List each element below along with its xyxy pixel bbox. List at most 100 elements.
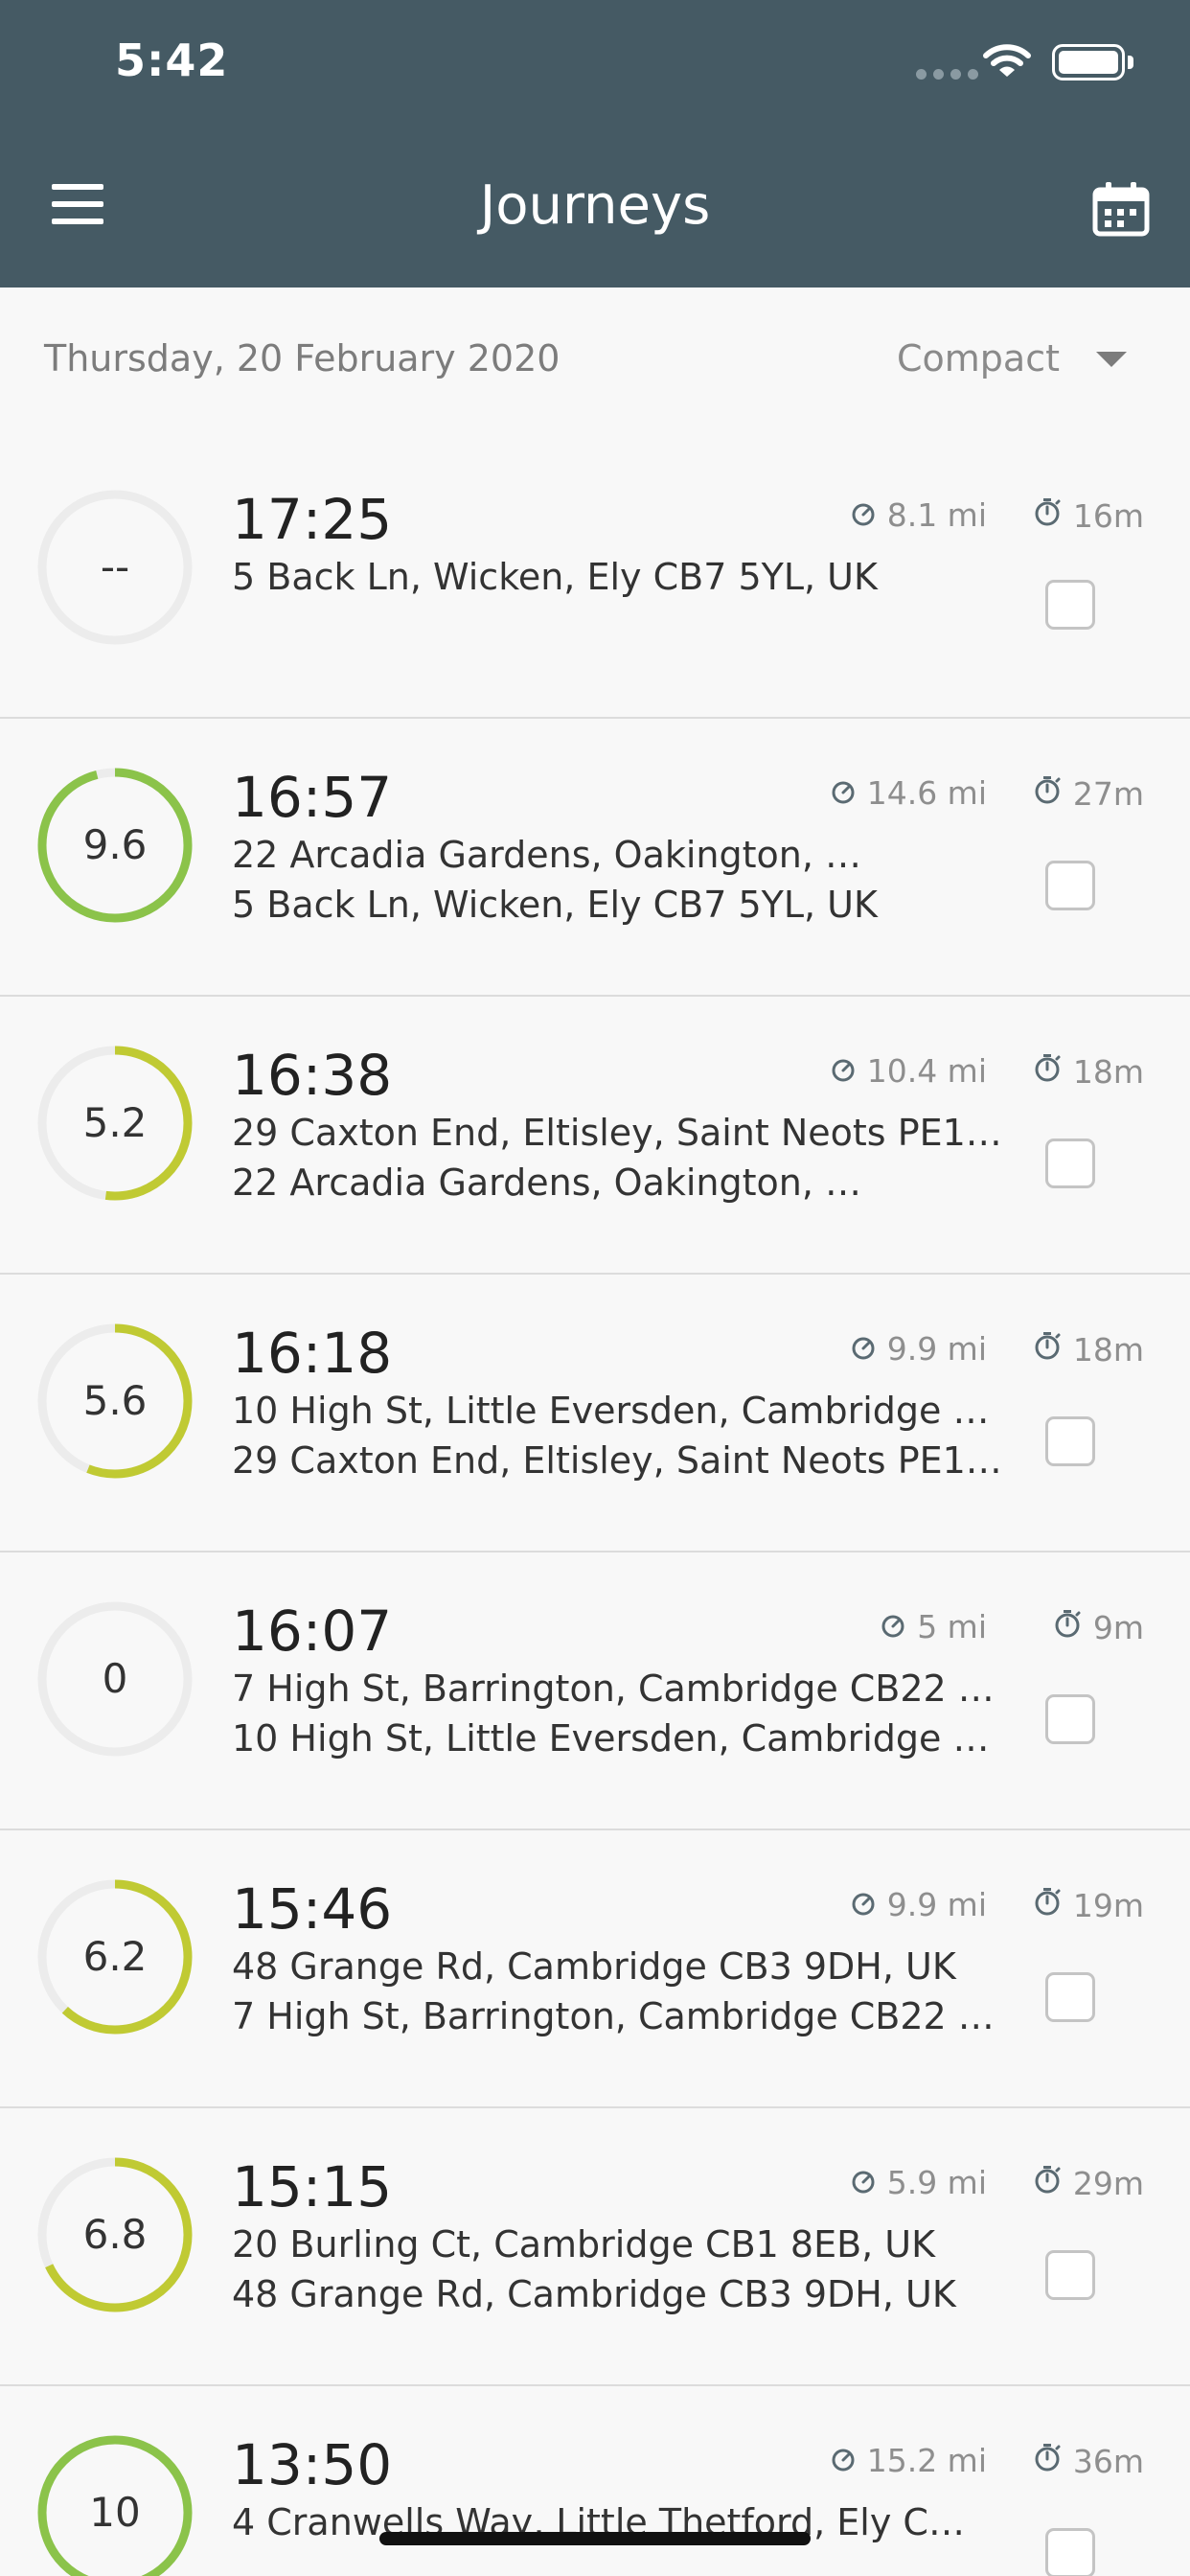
journey-to-address: 5 Back Ln, Wicken, Ely CB7 5YL, UK xyxy=(232,884,878,926)
select-checkbox[interactable] xyxy=(1045,2250,1095,2300)
duration-value: 27m xyxy=(1072,774,1144,813)
journey-start-time: 17:25 xyxy=(232,487,393,552)
select-checkbox[interactable] xyxy=(1045,1138,1095,1188)
journey-row[interactable]: 5.6 16:18 9.9 mi 18m 10 High St, Little Ever… xyxy=(0,1275,1190,1552)
calendar-icon[interactable] xyxy=(1092,180,1150,238)
duration: 9m xyxy=(1053,1608,1144,1646)
distance-value: 5 mi xyxy=(917,1608,987,1645)
duration: 27m xyxy=(1033,774,1144,813)
select-checkbox[interactable] xyxy=(1045,1694,1095,1744)
distance: 5 mi xyxy=(881,1608,987,1645)
score-value: 9.6 xyxy=(82,821,148,868)
stopwatch-icon xyxy=(1033,1886,1062,1924)
journey-from-address: 7 High St, Barrington, Cambridge CB22 … xyxy=(232,1668,995,1710)
journey-from-address: 48 Grange Rd, Cambridge CB3 9DH, UK xyxy=(232,1945,956,1988)
speedometer-icon xyxy=(881,1608,905,1645)
cellular-signal-icon xyxy=(916,69,978,80)
distance-value: 9.9 mi xyxy=(886,1886,987,1923)
select-checkbox[interactable] xyxy=(1045,2528,1095,2576)
journey-row[interactable]: 6.8 15:15 5.9 mi 29m 20 Burling Ct, Cambridg… xyxy=(0,2108,1190,2386)
duration-value: 36m xyxy=(1072,2442,1144,2480)
score-value: -- xyxy=(100,543,130,590)
journey-start-time: 16:18 xyxy=(232,1321,393,1386)
select-checkbox[interactable] xyxy=(1045,861,1095,910)
duration-value: 18m xyxy=(1072,1330,1144,1368)
distance-value: 10.4 mi xyxy=(866,1052,987,1090)
duration-value: 9m xyxy=(1092,1608,1144,1646)
chevron-down-icon[interactable] xyxy=(1096,352,1127,367)
battery-cap xyxy=(1128,56,1133,69)
score-value: 6.8 xyxy=(82,2211,148,2258)
duration: 19m xyxy=(1033,1886,1144,1924)
journey-to-address: 48 Grange Rd, Cambridge CB3 9DH, UK xyxy=(232,2273,956,2315)
score-value: 5.6 xyxy=(82,1377,148,1424)
distance-value: 14.6 mi xyxy=(866,774,987,812)
journey-row[interactable]: 6.2 15:46 9.9 mi 19m 48 Grange Rd, Cambridge… xyxy=(0,1830,1190,2108)
distance: 9.9 mi xyxy=(851,1886,987,1923)
date-label: Thursday, 20 February 2020 xyxy=(44,337,561,380)
journey-to-address: 7 High St, Barrington, Cambridge CB22 … xyxy=(232,1995,995,2037)
stopwatch-icon xyxy=(1033,1052,1062,1091)
distance: 14.6 mi xyxy=(831,774,987,812)
stopwatch-icon xyxy=(1033,496,1062,535)
duration: 29m xyxy=(1033,2164,1144,2202)
journey-to-address: 22 Arcadia Gardens, Oakington, … xyxy=(232,1162,862,1204)
duration-value: 29m xyxy=(1072,2164,1144,2202)
battery-icon xyxy=(1052,44,1125,80)
select-checkbox[interactable] xyxy=(1045,580,1095,630)
journey-start-time: 16:07 xyxy=(232,1598,393,1664)
page-title: Journeys xyxy=(479,174,711,237)
journey-from-address: 10 High St, Little Eversden, Cambridge … xyxy=(232,1390,990,1432)
score-value: 5.2 xyxy=(82,1099,148,1146)
duration-value: 16m xyxy=(1072,496,1144,535)
distance-value: 9.9 mi xyxy=(886,1330,987,1368)
speedometer-icon xyxy=(851,1330,876,1368)
distance: 15.2 mi xyxy=(831,2442,987,2479)
journey-start-time: 15:15 xyxy=(232,2154,393,2220)
speedometer-icon xyxy=(851,496,876,534)
journey-to-address: 10 High St, Little Eversden, Cambridge … xyxy=(232,1717,990,1760)
duration-value: 19m xyxy=(1072,1886,1144,1924)
duration: 18m xyxy=(1033,1330,1144,1368)
speedometer-icon xyxy=(831,774,856,812)
distance-value: 5.9 mi xyxy=(886,2164,987,2201)
stopwatch-icon xyxy=(1033,2164,1062,2202)
distance: 9.9 mi xyxy=(851,1330,987,1368)
journey-to-address: 29 Caxton End, Eltisley, Saint Neots PE1… xyxy=(232,1439,998,1482)
view-mode-select[interactable]: Compact xyxy=(897,337,1060,380)
distance: 5.9 mi xyxy=(851,2164,987,2201)
journey-start-time: 16:57 xyxy=(232,765,393,830)
select-checkbox[interactable] xyxy=(1045,1972,1095,2022)
journey-from-address: 22 Arcadia Gardens, Oakington, … xyxy=(232,834,862,876)
journey-from-address: 20 Burling Ct, Cambridge CB1 8EB, UK xyxy=(232,2223,936,2266)
score-value: 0 xyxy=(102,1655,128,1702)
duration: 16m xyxy=(1033,496,1144,535)
speedometer-icon xyxy=(851,1886,876,1923)
distance-value: 15.2 mi xyxy=(866,2442,987,2479)
journey-row[interactable]: 10 13:50 15.2 mi 36m 4 Cranwells Way, Little… xyxy=(0,2386,1190,2576)
journey-start-time: 16:38 xyxy=(232,1043,393,1108)
journey-row[interactable]: -- 17:25 8.1 mi 16m 5 Back Ln, Wicken, Ely C… xyxy=(0,441,1190,719)
select-checkbox[interactable] xyxy=(1045,1416,1095,1466)
journey-start-time: 15:46 xyxy=(232,1876,393,1942)
distance: 10.4 mi xyxy=(831,1052,987,1090)
distance-value: 8.1 mi xyxy=(886,496,987,534)
journey-row[interactable]: 9.6 16:57 14.6 mi 27m 22 Arcadia Gardens, Oa… xyxy=(0,719,1190,997)
journey-row[interactable]: 5.2 16:38 10.4 mi 18m 29 Caxton End, Eltisle… xyxy=(0,997,1190,1275)
home-indicator xyxy=(379,2532,811,2545)
app-header: 5:42 Journeys xyxy=(0,0,1190,288)
speedometer-icon xyxy=(851,2164,876,2201)
stopwatch-icon xyxy=(1033,1330,1062,1368)
status-time: 5:42 xyxy=(115,34,229,86)
distance: 8.1 mi xyxy=(851,496,987,534)
duration: 18m xyxy=(1033,1052,1144,1091)
wifi-icon xyxy=(983,44,1031,77)
journey-from-address: 5 Back Ln, Wicken, Ely CB7 5YL, UK xyxy=(232,556,878,598)
journey-row[interactable]: 0 16:07 5 mi 9m 7 High St, Barrington, Cambr… xyxy=(0,1552,1190,1830)
journey-start-time: 13:50 xyxy=(232,2432,393,2497)
stopwatch-icon xyxy=(1033,2442,1062,2480)
stopwatch-icon xyxy=(1033,774,1062,813)
speedometer-icon xyxy=(831,1052,856,1090)
journey-from-address: 29 Caxton End, Eltisley, Saint Neots PE1… xyxy=(232,1112,998,1154)
stopwatch-icon xyxy=(1053,1608,1082,1646)
